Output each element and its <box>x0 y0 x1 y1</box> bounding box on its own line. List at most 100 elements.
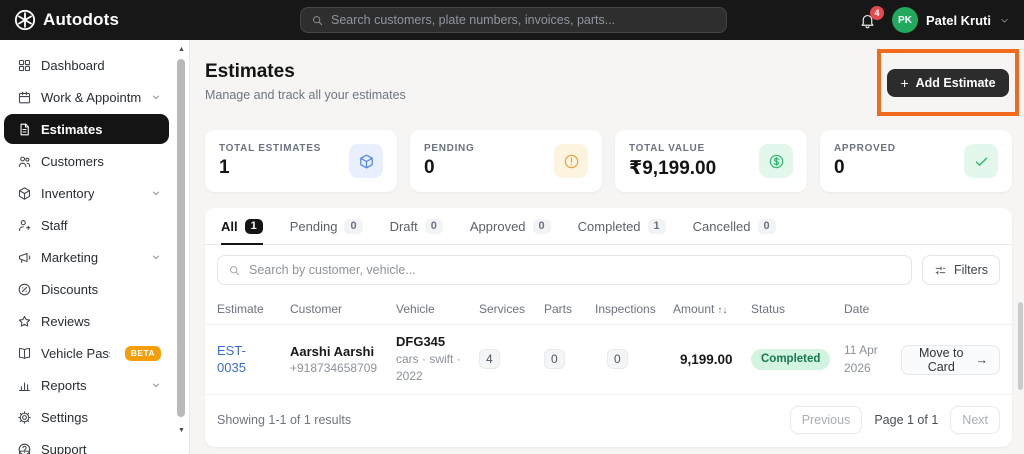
sidebar-item-marketing[interactable]: Marketing <box>4 242 169 272</box>
stat-value: 1 <box>219 157 230 178</box>
customer-cell: Aarshi Aarshi +918734658709 <box>290 344 396 375</box>
move-to-card-button[interactable]: Move to Card → <box>901 344 1000 375</box>
sidebar-scrollbar-thumb[interactable] <box>177 59 185 417</box>
results-summary: Showing 1-1 of 1 results <box>217 412 352 427</box>
sidebar-item-work-appointments[interactable]: Work & Appointm... <box>4 82 169 112</box>
date-value: 11 Apr 2026 <box>844 342 878 376</box>
tab-label: All <box>221 218 238 234</box>
sidebar-item-label: Settings <box>41 409 88 425</box>
person-icon <box>17 218 32 233</box>
table-header: Estimate Customer Vehicle Services Parts… <box>205 294 1012 325</box>
global-search[interactable] <box>300 7 727 33</box>
autodots-logo-icon <box>14 9 36 31</box>
sidebar-item-reports[interactable]: Reports <box>4 370 169 400</box>
status-tabs: All 1 Pending 0 Draft 0 Approved 0 Compl… <box>205 208 1012 245</box>
book-icon <box>17 346 32 361</box>
stat-card-total-estimates: TOTAL ESTIMATES 1 <box>205 130 397 192</box>
sidebar-item-customers[interactable]: Customers <box>4 146 169 176</box>
tab-label: Cancelled <box>692 218 751 234</box>
col-parts: Parts <box>544 302 573 316</box>
tab-count: 0 <box>757 218 776 234</box>
sidebar-item-label: Vehicle Passport <box>41 345 110 361</box>
table-search[interactable] <box>217 255 912 285</box>
parts-count: 0 <box>544 349 565 370</box>
user-menu[interactable]: PK Patel Kruti <box>891 7 1010 33</box>
tab-approved[interactable]: Approved 0 <box>470 208 551 244</box>
gear-icon <box>17 410 32 425</box>
stat-value: 0 <box>834 157 845 178</box>
stat-card-approved: APPROVED 0 <box>820 130 1012 192</box>
topbar: Autodots 4 PK Patel Kruti <box>0 0 1024 40</box>
tab-label: Pending <box>289 218 338 234</box>
vehicle-cell: DFG345 cars · swift · 2022 <box>396 334 479 385</box>
sidebar-item-staff[interactable]: Staff <box>4 210 169 240</box>
page-header: Estimates Manage and track all your esti… <box>205 49 1019 130</box>
services-count: 4 <box>479 349 500 370</box>
move-to-card-label: Move to Card <box>919 345 964 374</box>
sidebar-item-label: Support <box>41 441 87 454</box>
sidebar-item-discounts[interactable]: Discounts <box>4 274 169 304</box>
sidebar-item-settings[interactable]: Settings <box>4 402 169 432</box>
search-icon <box>311 14 324 27</box>
tab-completed[interactable]: Completed 1 <box>578 208 666 244</box>
estimate-link[interactable]: EST-0035 <box>217 342 263 377</box>
brand-name: Autodots <box>43 10 120 29</box>
sliders-icon <box>934 264 947 277</box>
add-estimate-label: Add Estimate <box>915 75 996 90</box>
sidebar-item-inventory[interactable]: Inventory <box>4 178 169 208</box>
next-page-button[interactable]: Next <box>950 405 1000 434</box>
col-status: Status <box>751 302 786 316</box>
tab-pending[interactable]: Pending 0 <box>290 208 363 244</box>
sidebar-item-label: Marketing <box>41 249 99 265</box>
vehicle-plate: DFG345 <box>396 334 446 349</box>
search-icon <box>228 264 241 277</box>
sidebar-item-dashboard[interactable]: Dashboard <box>4 50 169 80</box>
check-icon <box>964 144 998 178</box>
scroll-down-icon[interactable]: ▼ <box>176 426 187 436</box>
stat-card-pending: PENDING 0 <box>410 130 602 192</box>
scroll-up-icon[interactable]: ▲ <box>176 45 187 55</box>
stat-label: APPROVED <box>834 143 896 154</box>
tab-label: Draft <box>389 218 418 234</box>
megaphone-icon <box>17 250 32 265</box>
sidebar-scrollbar[interactable]: ▲ ▼ <box>176 45 187 448</box>
tab-count: 0 <box>424 218 443 234</box>
col-services: Services <box>479 302 526 316</box>
col-amount[interactable]: Amount ↑↓ <box>673 302 751 316</box>
stat-value: ₹9,199.00 <box>629 157 717 179</box>
notifications-button[interactable]: 4 <box>859 5 884 29</box>
previous-page-button[interactable]: Previous <box>789 405 863 434</box>
sidebar-item-estimates[interactable]: Estimates <box>4 114 169 144</box>
stat-label: TOTAL VALUE <box>629 142 705 154</box>
plus-icon: + <box>900 74 909 91</box>
sidebar: Dashboard Work & Appointm... Estimates C… <box>0 40 190 454</box>
tab-count: 0 <box>344 218 363 234</box>
sort-icon[interactable]: ↑↓ <box>717 305 727 316</box>
global-search-input[interactable] <box>331 13 716 27</box>
vehicle-description: cars · swift · 2022 <box>396 352 461 383</box>
beta-badge: BETA <box>124 345 161 361</box>
tab-cancelled[interactable]: Cancelled 0 <box>693 208 776 244</box>
amount-value: 9,199.00 <box>680 351 733 367</box>
sidebar-item-label: Reviews <box>41 313 91 329</box>
table-toolbar: Filters <box>205 245 1012 294</box>
filters-button[interactable]: Filters <box>921 255 1000 285</box>
col-date: Date <box>844 302 870 316</box>
main-scrollbar-thumb[interactable] <box>1018 302 1023 390</box>
tab-draft[interactable]: Draft 0 <box>390 208 443 244</box>
app-logo[interactable]: Autodots <box>14 9 119 31</box>
document-icon <box>17 122 32 137</box>
sidebar-item-reviews[interactable]: Reviews <box>4 306 169 336</box>
tab-all[interactable]: All 1 <box>221 208 263 245</box>
filters-label: Filters <box>953 263 988 277</box>
stat-value: 0 <box>424 157 435 178</box>
col-amount-label: Amount <box>673 302 715 316</box>
highlight-annotation: + Add Estimate <box>877 49 1019 116</box>
sidebar-item-label: Staff <box>41 217 68 233</box>
arrow-right-icon: → <box>975 352 989 367</box>
sidebar-item-vehicle-passport[interactable]: Vehicle Passport BETA <box>4 338 169 368</box>
sidebar-item-partial <box>17 448 32 454</box>
dashboard-icon <box>17 58 32 73</box>
table-search-input[interactable] <box>249 263 901 277</box>
add-estimate-button[interactable]: + Add Estimate <box>887 68 1009 97</box>
